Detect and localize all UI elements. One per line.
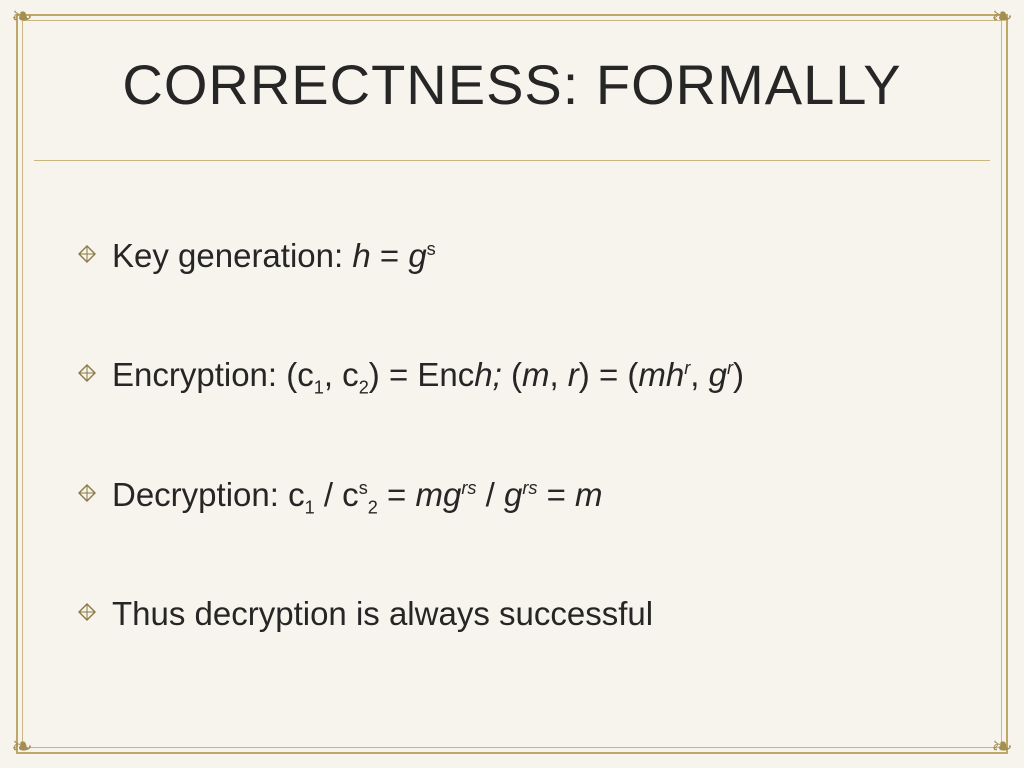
- sub-2: 2: [359, 378, 369, 398]
- text: , c: [324, 356, 359, 393]
- bullet-keygen: Key generation: h = gs: [112, 235, 964, 276]
- var-mg: mg: [415, 476, 461, 513]
- content-area: Key generation: h = gs Encryption: (c1, …: [112, 235, 964, 712]
- var-g: g: [408, 237, 426, 274]
- var-r: r: [568, 356, 579, 393]
- diamond-bullet-icon: [78, 364, 96, 382]
- eq: =: [537, 476, 575, 513]
- slash: /: [476, 476, 504, 513]
- eq: =: [371, 237, 409, 274]
- bullet-conclusion: Thus decryption is always successful: [112, 593, 964, 634]
- eq: =: [378, 476, 416, 513]
- comma: ,: [690, 356, 708, 393]
- diamond-bullet-icon: [78, 484, 96, 502]
- corner-ornament-icon: ❧: [988, 4, 1016, 32]
- diamond-bullet-icon: [78, 603, 96, 621]
- sup-rs: rs: [461, 478, 476, 498]
- bullet-decryption: Decryption: c1 / cs2 = mgrs / grs = m: [112, 474, 964, 515]
- sup-s: s: [427, 239, 436, 259]
- sup-rs: rs: [522, 478, 537, 498]
- bullet-encryption: Encryption: (c1, c2) = Ench; (m, r) = (m…: [112, 354, 964, 395]
- comma: ,: [549, 356, 567, 393]
- text: ) = Enc: [369, 356, 474, 393]
- var-g: g: [709, 356, 727, 393]
- sub-2: 2: [368, 497, 378, 517]
- title-underline: [34, 160, 990, 161]
- diamond-bullet-icon: [78, 245, 96, 263]
- var-m: m: [575, 476, 603, 513]
- paren: (: [511, 356, 522, 393]
- slide: ❧ ❧ ❧ ❧ CORRECTNESS: FORMALLY Key genera…: [0, 0, 1024, 768]
- var-mh: mh: [638, 356, 684, 393]
- text: Encryption: (c: [112, 356, 314, 393]
- paren: ): [733, 356, 744, 393]
- text: Key generation:: [112, 237, 352, 274]
- sup-s: s: [359, 478, 368, 498]
- var-m: m: [522, 356, 550, 393]
- var-h: h: [352, 237, 370, 274]
- text: / c: [315, 476, 359, 513]
- corner-ornament-icon: ❧: [988, 734, 1016, 762]
- var-h: h;: [474, 356, 511, 393]
- slide-title: CORRECTNESS: FORMALLY: [48, 52, 976, 117]
- corner-ornament-icon: ❧: [8, 4, 36, 32]
- text: ) = (: [579, 356, 639, 393]
- sub-1: 1: [314, 378, 324, 398]
- text: Thus decryption is always successful: [112, 595, 653, 632]
- sub-1: 1: [305, 497, 315, 517]
- corner-ornament-icon: ❧: [8, 734, 36, 762]
- text: Decryption: c: [112, 476, 305, 513]
- var-g: g: [504, 476, 522, 513]
